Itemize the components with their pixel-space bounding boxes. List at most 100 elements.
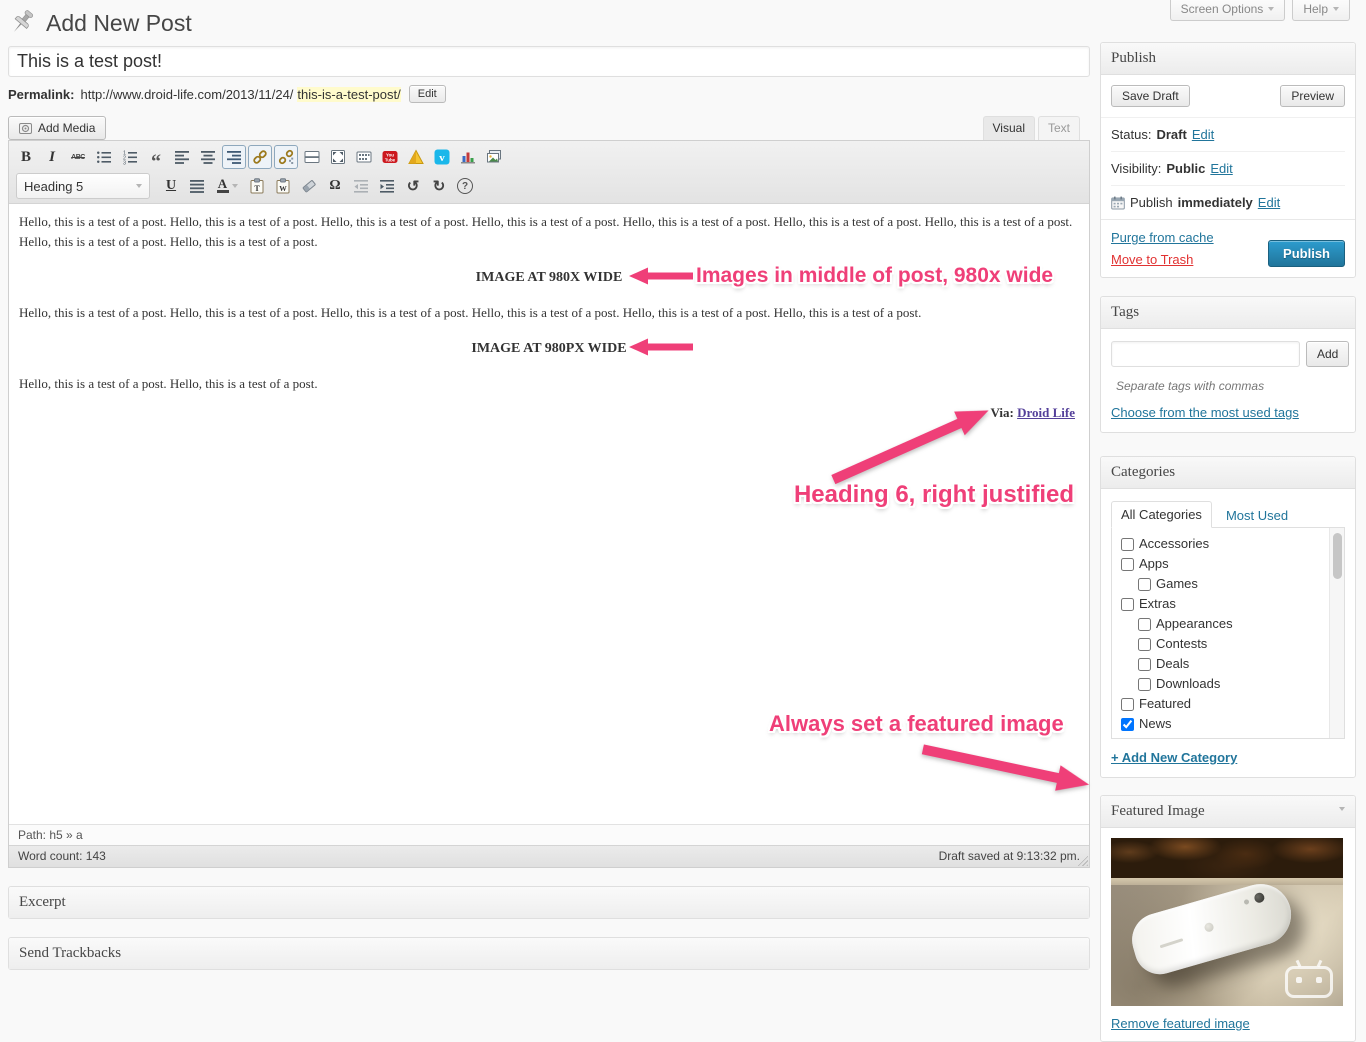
align-left-button[interactable] [170, 145, 194, 169]
edit-visibility-link[interactable]: Edit [1210, 161, 1232, 176]
category-checkbox-appearances[interactable]: Appearances [1138, 614, 1326, 634]
post-paragraph: Hello, this is a test of a post. Hello, … [19, 375, 318, 391]
edit-permalink-button[interactable]: Edit [408, 85, 446, 103]
remove-formatting-button[interactable] [297, 174, 321, 198]
outdent-button[interactable] [349, 174, 373, 198]
vimeo-embed-button[interactable]: v [430, 145, 454, 169]
purge-cache-link[interactable]: Purge from cache [1111, 230, 1214, 245]
paste-from-word-button[interactable]: W [271, 174, 295, 198]
unlink-button[interactable] [274, 145, 298, 169]
special-character-button[interactable]: Ω [323, 174, 347, 198]
tags-box-header[interactable]: Tags [1101, 297, 1355, 329]
youtube-embed-button[interactable]: You Tube [378, 145, 402, 169]
strikethrough-button[interactable]: ABC [66, 145, 90, 169]
scrollbar-thumb[interactable] [1333, 533, 1342, 579]
help-button[interactable]: Help [1292, 0, 1350, 21]
kitchen-sink-button[interactable] [352, 145, 376, 169]
status-label: Status: [1111, 127, 1152, 142]
checkbox[interactable] [1121, 697, 1134, 711]
indent-button[interactable] [375, 174, 399, 198]
bullet-list-button[interactable] [92, 145, 116, 169]
featured-image-box-header[interactable]: Featured Image [1101, 796, 1355, 828]
paste-as-text-button[interactable]: T [245, 174, 269, 198]
trackbacks-panel-header[interactable]: Send Trackbacks [9, 938, 1089, 969]
screen-options-button[interactable]: Screen Options [1169, 0, 1286, 21]
collapse-toggle-icon[interactable] [1339, 807, 1345, 811]
editor-content[interactable]: Hello, this is a test of a post. Hello, … [9, 204, 1090, 824]
align-center-button[interactable] [196, 145, 220, 169]
tab-all-categories[interactable]: All Categories [1111, 501, 1212, 528]
insert-poll-button[interactable] [456, 145, 480, 169]
checkbox[interactable] [1138, 617, 1151, 631]
add-new-category-link[interactable]: + Add New Category [1111, 750, 1237, 765]
insert-gallery-button[interactable] [482, 145, 506, 169]
category-checkbox-accessories[interactable]: Accessories [1121, 534, 1326, 554]
tab-visual[interactable]: Visual [982, 116, 1035, 140]
category-checkbox-downloads[interactable]: Downloads [1138, 674, 1326, 694]
edit-status-link[interactable]: Edit [1192, 127, 1214, 142]
via-droid-life-link[interactable]: Droid Life [1017, 405, 1075, 420]
outdent-icon [354, 180, 368, 193]
checkbox[interactable] [1121, 537, 1134, 551]
move-to-trash-link[interactable]: Move to Trash [1111, 252, 1214, 267]
align-right-button[interactable] [222, 145, 246, 169]
text-color-button[interactable]: A [211, 174, 243, 198]
category-checkbox-games[interactable]: Games [1138, 574, 1326, 594]
category-checkbox-news[interactable]: News [1121, 714, 1326, 734]
permalink-slug: this-is-a-test-post/ [297, 86, 401, 102]
tags-input[interactable] [1111, 341, 1300, 367]
media-icon [19, 123, 32, 134]
tab-most-used[interactable]: Most Used [1226, 503, 1288, 528]
checkbox[interactable] [1121, 717, 1134, 731]
more-tag-button[interactable] [300, 145, 324, 169]
paste-text-icon: T [250, 178, 264, 194]
choose-most-used-tags-link[interactable]: Choose from the most used tags [1111, 405, 1299, 420]
category-checkbox-featured[interactable]: Featured [1121, 694, 1326, 714]
excerpt-panel: Excerpt [8, 886, 1090, 919]
underline-button[interactable]: U [159, 174, 183, 198]
fullscreen-button[interactable] [326, 145, 350, 169]
publish-box-header[interactable]: Publish [1101, 43, 1355, 75]
editor-help-button[interactable]: ? [453, 174, 477, 198]
checkbox[interactable] [1138, 657, 1151, 671]
add-media-button[interactable]: Add Media [8, 116, 107, 140]
bold-button[interactable]: B [14, 145, 38, 169]
warning-triangle-button[interactable] [404, 145, 428, 169]
undo-button[interactable]: ↺ [401, 174, 425, 198]
checkbox[interactable] [1138, 577, 1151, 591]
italic-button[interactable]: I [40, 145, 64, 169]
category-checkbox-deals[interactable]: Deals [1138, 654, 1326, 674]
chevron-down-icon [231, 184, 238, 188]
help-icon: ? [457, 178, 473, 194]
edit-schedule-link[interactable]: Edit [1258, 195, 1280, 210]
add-tag-button[interactable]: Add [1306, 341, 1350, 367]
remove-featured-image-link[interactable]: Remove featured image [1111, 1016, 1250, 1031]
trackbacks-panel: Send Trackbacks [8, 937, 1090, 970]
checkbox[interactable] [1121, 557, 1134, 571]
checkbox[interactable] [1138, 637, 1151, 651]
tab-text[interactable]: Text [1037, 116, 1080, 140]
chart-icon [461, 152, 475, 164]
save-draft-button[interactable]: Save Draft [1111, 85, 1190, 107]
add-media-label: Add Media [38, 121, 96, 135]
format-select[interactable]: Heading 5 [16, 173, 150, 199]
preview-button[interactable]: Preview [1280, 85, 1345, 107]
checkbox[interactable] [1121, 597, 1134, 611]
category-checkbox-apps[interactable]: Apps [1121, 554, 1326, 574]
insert-link-button[interactable] [248, 145, 272, 169]
status-row: Status: Draft Edit [1111, 118, 1345, 152]
post-title-input[interactable] [8, 46, 1090, 77]
category-checkbox-extras[interactable]: Extras [1121, 594, 1326, 614]
screen-meta-links: Screen Options Help [1169, 0, 1350, 21]
numbered-list-button[interactable]: 123 [118, 145, 142, 169]
excerpt-panel-header[interactable]: Excerpt [9, 887, 1089, 918]
checkbox[interactable] [1138, 677, 1151, 691]
blockquote-button[interactable]: “ [144, 145, 168, 172]
categories-box-header[interactable]: Categories [1101, 457, 1355, 489]
category-checkbox-contests[interactable]: Contests [1138, 634, 1326, 654]
phone-logo-dimple [1203, 921, 1215, 933]
publish-button[interactable]: Publish [1268, 240, 1345, 267]
justify-button[interactable] [185, 174, 209, 198]
tags-box: Tags Add Separate tags with commas Choos… [1100, 296, 1356, 433]
redo-button[interactable]: ↻ [427, 174, 451, 198]
